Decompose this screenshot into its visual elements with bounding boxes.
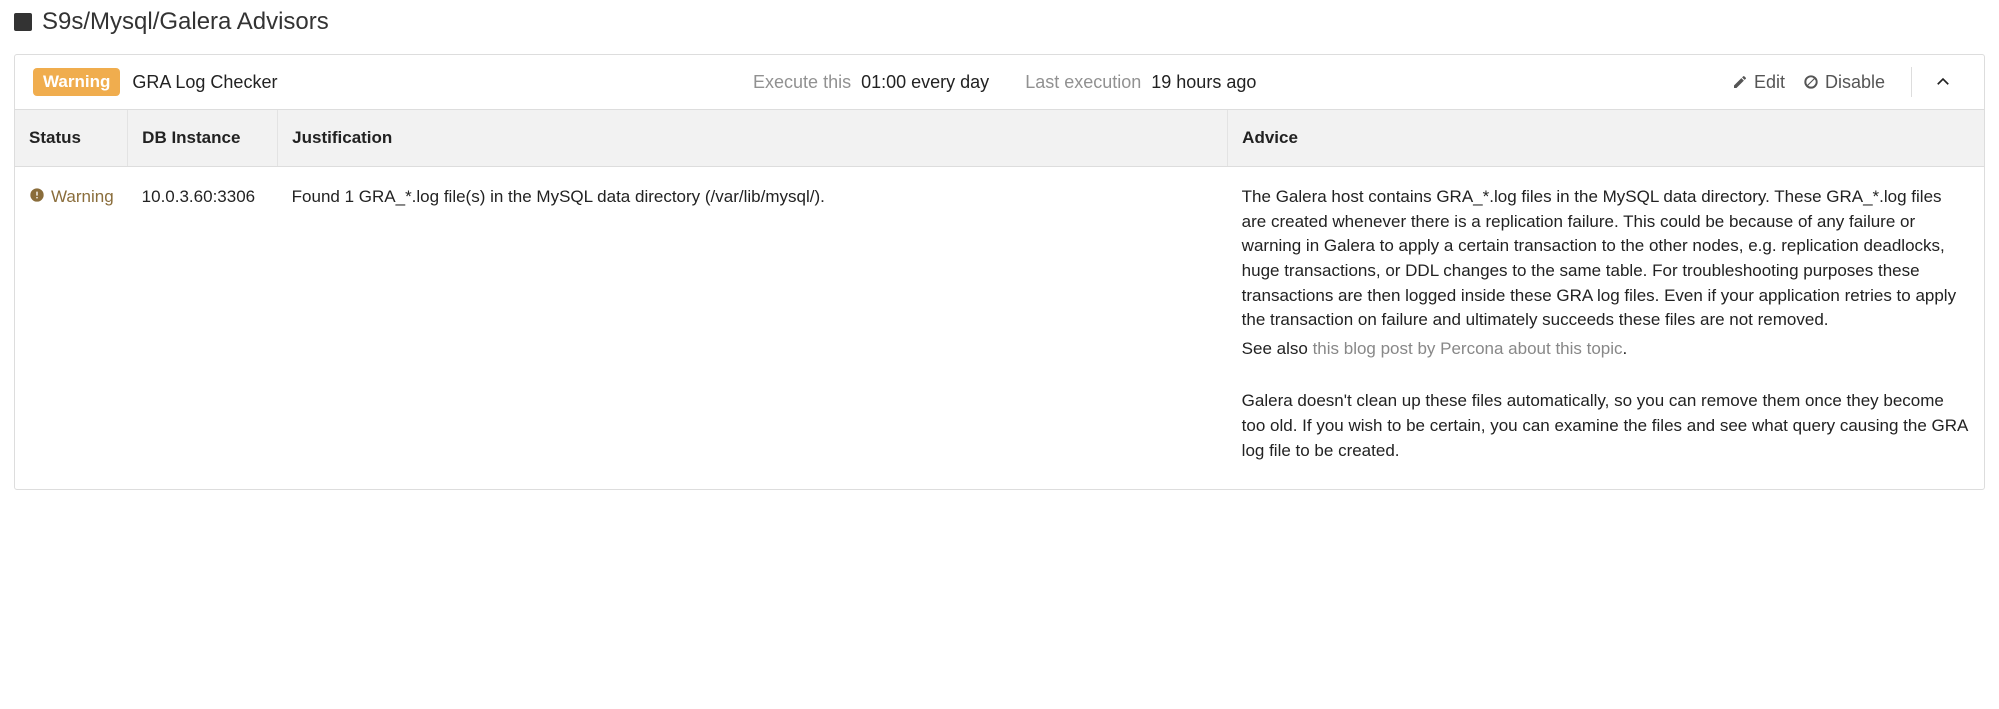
row-justification: Found 1 GRA_*.log file(s) in the MySQL d…: [278, 167, 1228, 490]
col-status: Status: [15, 110, 128, 167]
stop-icon: [14, 13, 32, 31]
edit-label: Edit: [1754, 72, 1785, 93]
status-cell: Warning: [29, 185, 114, 210]
last-exec-label: Last execution: [1025, 72, 1141, 93]
table-header-row: Status DB Instance Justification Advice: [15, 110, 1984, 167]
advisor-table: Status DB Instance Justification Advice …: [15, 110, 1984, 489]
advice-para-1: The Galera host contains GRA_*.log files…: [1242, 185, 1970, 333]
disable-icon: [1803, 74, 1819, 90]
disable-label: Disable: [1825, 72, 1885, 93]
warning-icon: [29, 187, 45, 203]
status-badge: Warning: [33, 68, 120, 96]
advisor-panel: Warning GRA Log Checker Execute this 01:…: [14, 54, 1985, 490]
execute-label: Execute this: [753, 72, 851, 93]
col-instance: DB Instance: [128, 110, 278, 167]
advice-see-also: See also this blog post by Percona about…: [1242, 337, 1970, 362]
edit-icon: [1732, 74, 1748, 90]
last-exec-value: 19 hours ago: [1151, 72, 1256, 93]
page-title-text: S9s/Mysql/Galera Advisors: [42, 8, 329, 36]
row-advice: The Galera host contains GRA_*.log files…: [1228, 167, 1984, 490]
row-status: Warning: [51, 185, 114, 210]
see-also-prefix: See also: [1242, 339, 1313, 358]
disable-button[interactable]: Disable: [1803, 72, 1885, 93]
col-justification: Justification: [278, 110, 1228, 167]
col-advice: Advice: [1228, 110, 1984, 167]
advisor-name: GRA Log Checker: [132, 72, 277, 93]
chevron-up-icon: [1934, 73, 1952, 91]
edit-button[interactable]: Edit: [1732, 72, 1785, 93]
row-instance: 10.0.3.60:3306: [128, 167, 278, 490]
execute-value: 01:00 every day: [861, 72, 989, 93]
percona-link[interactable]: this blog post by Percona about this top…: [1313, 339, 1623, 358]
advice-para-2: Galera doesn't clean up these files auto…: [1242, 389, 1970, 463]
schedule-info: Execute this 01:00 every day Last execut…: [753, 72, 1256, 93]
table-row: Warning 10.0.3.60:3306 Found 1 GRA_*.log…: [15, 167, 1984, 490]
collapse-toggle[interactable]: [1911, 67, 1966, 97]
advisor-header: Warning GRA Log Checker Execute this 01:…: [15, 55, 1984, 110]
page-title: S9s/Mysql/Galera Advisors: [14, 8, 1987, 36]
